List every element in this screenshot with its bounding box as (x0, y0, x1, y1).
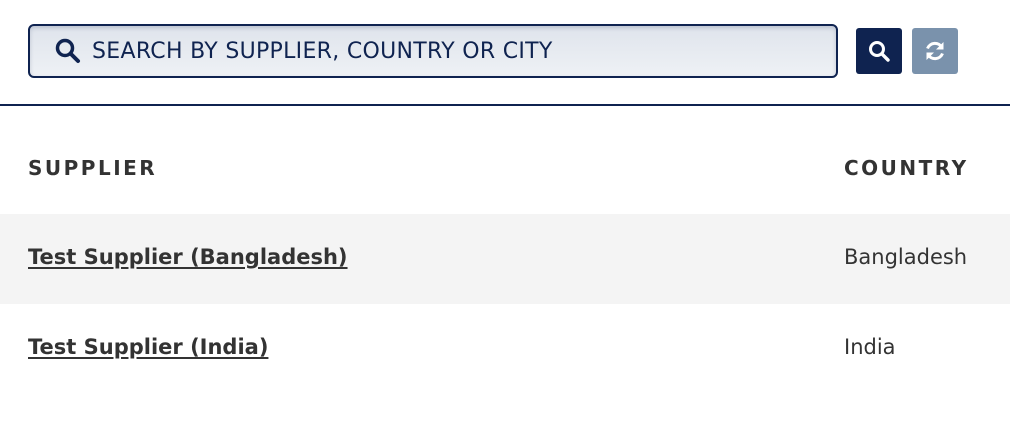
refresh-icon (926, 41, 944, 61)
search-icon (869, 41, 890, 62)
country-cell: India (844, 335, 896, 359)
search-input[interactable] (92, 32, 822, 70)
supplier-link[interactable]: Test Supplier (Bangladesh) (28, 245, 348, 269)
search-button[interactable] (856, 28, 902, 74)
search-bar (0, 0, 1010, 106)
table-row: Test Supplier (India) India (0, 304, 1010, 394)
column-header-supplier: SUPPLIER (28, 156, 158, 180)
country-cell: Bangladesh (844, 245, 968, 269)
supplier-link[interactable]: Test Supplier (India) (28, 335, 268, 359)
search-icon (54, 37, 82, 65)
search-field[interactable] (28, 24, 838, 78)
reset-button[interactable] (912, 28, 958, 74)
column-header-country: COUNTRY (844, 156, 969, 180)
table-row: Test Supplier (Bangladesh) Bangladesh (0, 214, 1010, 304)
